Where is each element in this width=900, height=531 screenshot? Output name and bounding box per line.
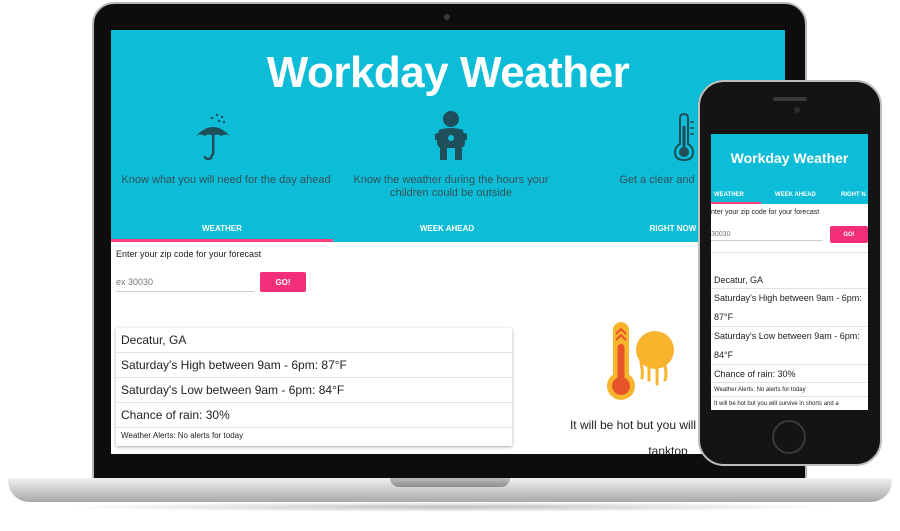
phone-active-tab-indicator xyxy=(711,202,761,204)
phone-forecast-list: Decatur, GA Saturday's High between 9am … xyxy=(711,252,868,410)
phone-camera xyxy=(794,107,800,113)
phone-screen: Workday Weather WEATHER WEEK AHEAD RIGHT… xyxy=(711,134,868,410)
phone-tab-right-now[interactable]: RIGHT N xyxy=(841,186,866,204)
phone-zip-label: nter your zip code for your forecast xyxy=(711,209,820,216)
feature-text-children: Know the weather during the hours your c… xyxy=(353,174,549,199)
phone-forecast-location: Decatur, GA xyxy=(711,271,868,289)
zip-label: Enter your zip code for your forecast xyxy=(116,249,262,259)
phone-forecast-low-line1: Saturday's Low between 9am - 6pm: xyxy=(714,331,860,341)
phone-forecast-alerts: Weather Alerts: No alerts for today xyxy=(711,383,868,397)
forecast-alerts: Weather Alerts: No alerts for today xyxy=(121,431,244,440)
active-tab-indicator xyxy=(111,239,333,242)
phone-go-button[interactable]: GO! xyxy=(830,226,868,243)
phone-hero-banner: Workday Weather WEATHER WEEK AHEAD RIGHT… xyxy=(711,134,868,204)
forecast-low: Saturday's Low between 9am - 6pm: 84°F xyxy=(116,378,512,403)
hero-banner: Workday Weather Know what you will need … xyxy=(111,30,785,242)
phone-forecast-high-line1: Saturday's High between 9am - 6pm: xyxy=(714,293,862,303)
zip-input[interactable] xyxy=(116,273,254,292)
phone-forecast-rain: Chance of rain: 30% xyxy=(711,365,868,383)
app-title: Workday Weather xyxy=(266,48,630,97)
baby-icon xyxy=(435,111,467,160)
phone-home-button xyxy=(772,420,806,454)
forecast-rain: Chance of rain: 30% xyxy=(116,403,512,428)
forecast-card: Decatur, GA Saturday's High between 9am … xyxy=(116,328,512,446)
phone-zip-input[interactable] xyxy=(711,228,823,241)
umbrella-icon xyxy=(196,113,230,161)
laptop-notch xyxy=(390,478,510,487)
laptop-camera xyxy=(444,14,450,20)
go-button[interactable]: GO! xyxy=(260,272,306,292)
laptop-screen: Workday Weather Know what you will need … xyxy=(111,30,785,454)
hot-weather-icon xyxy=(607,322,674,400)
feature-text-umbrella: Know what you will need for the day ahea… xyxy=(121,174,331,186)
phone-forecast-low: Saturday's Low between 9am - 6pm: 84°F xyxy=(711,327,868,365)
phone-app-title: Workday Weather xyxy=(730,150,849,166)
laptop-shadow xyxy=(60,502,840,512)
phone-speaker xyxy=(773,97,807,101)
forecast-location: Decatur, GA xyxy=(116,328,512,353)
tab-week-ahead[interactable]: WEEK AHEAD xyxy=(333,216,561,242)
phone-forecast-high: Saturday's High between 9am - 6pm: 87°F xyxy=(711,289,868,327)
forecast-high: Saturday's High between 9am - 6pm: 87°F xyxy=(116,353,512,378)
phone-forecast-low-line2: 84°F xyxy=(714,350,734,360)
phone-forecast-high-line2: 87°F xyxy=(714,312,734,322)
phone-clothing-advice: It will be hot but you will survive in s… xyxy=(714,401,839,407)
phone-tab-week-ahead[interactable]: WEEK AHEAD xyxy=(775,186,816,204)
